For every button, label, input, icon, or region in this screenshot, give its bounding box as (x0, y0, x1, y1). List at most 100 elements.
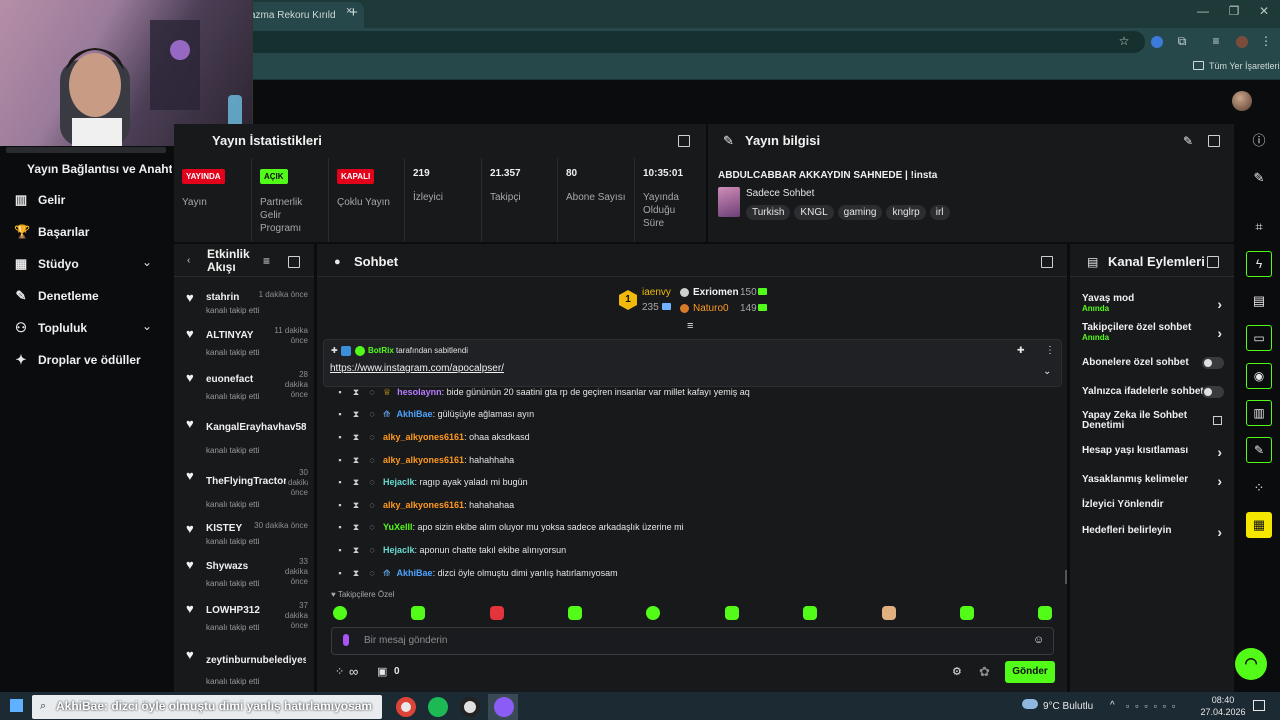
profile-avatar[interactable] (1236, 36, 1248, 48)
chat-user[interactable]: alky_alkyones6161 (383, 455, 464, 465)
chevron-down-icon[interactable]: ⌄ (142, 255, 152, 269)
chat-user[interactable]: YuXelll (383, 522, 413, 532)
document-icon[interactable]: ▤ (1246, 288, 1272, 314)
tag[interactable]: gaming (837, 205, 883, 220)
timeout-icon[interactable]: ⧗ (351, 477, 361, 488)
settings-gear-icon[interactable]: ⚙ (952, 665, 962, 678)
maximize-button[interactable]: ❐ (1224, 4, 1244, 18)
timeout-icon[interactable]: ⧗ (351, 500, 361, 511)
popout-icon[interactable] (288, 256, 300, 268)
activity-row[interactable]: ♥ KangalErayhavhav58 kanalı takip etti (186, 416, 308, 460)
activity-row[interactable]: ♥ zeytinburnubelediyes kanalı takip etti (186, 647, 308, 691)
bookmark-star-icon[interactable]: ☆ (1116, 34, 1132, 48)
emotes-only-toggle[interactable] (1202, 386, 1224, 398)
filter-icon[interactable]: ≡ (263, 254, 270, 268)
tag[interactable]: irl (929, 205, 950, 220)
support-headset-icon[interactable]: ◠ (1235, 648, 1267, 680)
chat-user[interactable]: Hejaclk (383, 477, 415, 487)
delete-icon[interactable]: ▪ (335, 387, 345, 397)
popout-icon[interactable] (1208, 135, 1220, 147)
timeout-icon[interactable]: ⧗ (351, 545, 361, 556)
address-bar[interactable] (245, 31, 1145, 53)
category-thumbnail[interactable] (718, 187, 740, 217)
chrome-icon[interactable] (396, 697, 416, 717)
wrench-icon[interactable]: ✎ (1246, 437, 1272, 463)
emote-icon[interactable] (1038, 606, 1052, 620)
chat-message[interactable]: ▪ ⧗ ◌ alky_alkyones6161: ohaa aksdkasd (335, 427, 529, 447)
minimize-button[interactable]: — (1193, 4, 1213, 18)
leader-name[interactable]: Exriomen (693, 287, 739, 298)
pinned-user[interactable]: BotRix (368, 346, 394, 355)
chat-message[interactable]: ▪ ⧗ ◌ Hejaclk: aponun chatte takıl ekibe al… (335, 540, 566, 560)
emote-picker-icon[interactable]: ✿ (979, 664, 990, 680)
timeout-icon[interactable]: ⧗ (351, 568, 361, 579)
broadcast-icon[interactable]: ◉ (1246, 363, 1272, 389)
nav-item-droplar[interactable]: ✦ Droplar ve ödüller (14, 353, 141, 368)
collapse-arrow-icon[interactable]: ‹ (187, 255, 190, 266)
delete-icon[interactable]: ▪ (335, 522, 345, 532)
activity-row[interactable]: ♥ Shywazs 33 dakika önce kanalı takip etti (186, 557, 308, 601)
chat-user[interactable]: alky_alkyones6161 (383, 432, 464, 442)
weather-text[interactable]: 9°C Bulutlu (1043, 701, 1093, 712)
media-control-icon[interactable]: ≡ (1208, 34, 1224, 48)
clapper-icon[interactable]: ▦ (1246, 512, 1272, 538)
delete-icon[interactable]: ▪ (335, 455, 345, 465)
delete-icon[interactable]: ▪ (335, 409, 345, 419)
bolt-icon[interactable]: ϟ (1246, 251, 1272, 277)
emote-icon[interactable] (646, 606, 660, 620)
external-link-icon[interactable] (1213, 416, 1222, 425)
category-name[interactable]: Sadece Sohbet (746, 188, 814, 199)
community-icon[interactable]: ⁘ (335, 665, 344, 678)
emote-icon[interactable] (333, 606, 347, 620)
popout-icon[interactable] (678, 135, 690, 147)
timeout-icon[interactable]: ⧗ (351, 409, 361, 420)
popout-icon[interactable] (1207, 256, 1219, 268)
activity-row[interactable]: ♥ euonefact 28 dakika önce kanalı takip ett… (186, 370, 308, 414)
action-goals[interactable]: Hedefleri belirleyin › (1082, 525, 1224, 539)
emote-icon[interactable] (882, 606, 896, 620)
emoji-icon[interactable]: ☺ (1033, 634, 1044, 646)
timeout-icon[interactable]: ⧗ (351, 455, 361, 466)
gift-icon[interactable]: ▣ (377, 665, 387, 678)
action-emotes-only[interactable]: Yalnızca ifadelerle sohbet (1082, 386, 1224, 398)
activity-row[interactable]: ♥ TheFlyingTractor30 dakika önce kanalı ta… (186, 468, 308, 512)
nav-item-basarilar[interactable]: 🏆 Başarılar (14, 225, 89, 240)
edit-icon[interactable]: ✎ (1183, 134, 1193, 148)
leader-name[interactable]: iaenvy (642, 287, 671, 298)
chat-user[interactable]: Hejaclk (383, 545, 415, 555)
delete-icon[interactable]: ▪ (335, 500, 345, 510)
pinned-link[interactable]: https://www.instagram.com/apocalpser/ (330, 363, 504, 374)
microphone-icon[interactable] (343, 634, 349, 646)
activity-row[interactable]: ♥ LOWHP312 37 dakika önce kanalı takip etti (186, 601, 308, 645)
crop-icon[interactable]: ⌗ (1246, 214, 1272, 240)
expand-leaderboard-icon[interactable]: ≡ (687, 320, 693, 332)
clock-time[interactable]: 08:40 (1203, 695, 1243, 705)
nav-item-denetleme[interactable]: ✎ Denetleme (14, 289, 99, 304)
emote-icon[interactable] (725, 606, 739, 620)
chat-message[interactable]: ▪ ⧗ ◌ ⟰ AkhiBae: gülüşüyle ağlaması ayın (335, 404, 534, 424)
tray-chevron-icon[interactable]: ^ (1110, 700, 1115, 711)
user-avatar[interactable] (1232, 91, 1252, 111)
timeout-icon[interactable]: ⧗ (351, 387, 361, 398)
action-slow-mode[interactable]: Yavaş mod Anında › (1082, 293, 1224, 313)
chat-bubble-icon[interactable]: ▭ (1246, 325, 1272, 351)
emote-icon[interactable] (490, 606, 504, 620)
chat-message[interactable]: ▪ ⧗ ◌ alky_alkyones6161: hahahahaa (335, 495, 514, 515)
leader-name[interactable]: Naturo0 (693, 303, 729, 314)
spotify-icon[interactable] (428, 697, 448, 717)
chat-message[interactable]: ▪ ⧗ ◌ YuXelll: apo sizin ekibe alım oluyor … (335, 517, 683, 537)
activity-row[interactable]: ♥ ALTINYAY 11 dakika önce kanalı takip etti (186, 326, 308, 370)
delete-icon[interactable]: ▪ (335, 568, 345, 578)
action-account-age[interactable]: Hesap yaşı kısıtlaması › (1082, 445, 1224, 459)
chat-user[interactable]: alky_alkyones6161 (383, 500, 464, 510)
new-tab-button[interactable]: + (349, 4, 358, 21)
emote-icon[interactable] (411, 606, 425, 620)
tag[interactable]: knglrp (886, 205, 926, 220)
extensions-puzzle-icon[interactable]: ⧉ (1174, 34, 1190, 49)
chat-message[interactable]: ▪ ⧗ ◌ Hejaclk: ragıp ayak yaladı mi bugün (335, 472, 527, 492)
close-window-button[interactable]: ✕ (1254, 4, 1274, 18)
obs-icon[interactable] (460, 697, 480, 717)
tag[interactable]: Turkish (746, 205, 791, 220)
clock-date[interactable]: 27.04.2026 (1200, 707, 1246, 717)
nav-item-topluluk[interactable]: ⚇ Topluluk (14, 321, 87, 336)
